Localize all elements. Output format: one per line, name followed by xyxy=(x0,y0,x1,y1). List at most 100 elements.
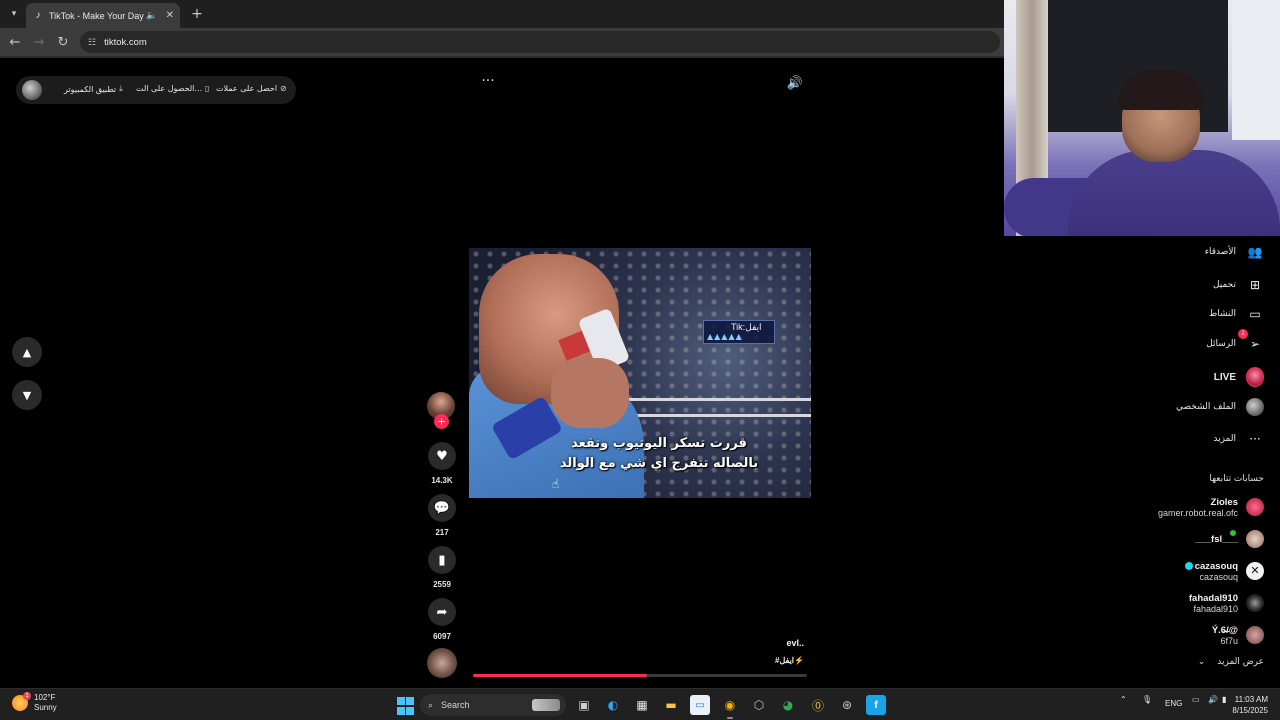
live-icon xyxy=(1246,367,1264,387)
sidebar-item-more[interactable]: ··· المزيد xyxy=(1213,429,1264,449)
sidebar-item-live[interactable]: LIVE xyxy=(1214,367,1264,387)
sidebar-item-label: المزيد xyxy=(1213,434,1236,444)
address-bar[interactable]: ☷ tiktok.com xyxy=(80,31,1000,53)
previous-video-button[interactable]: ▲ xyxy=(12,337,42,367)
network-icon[interactable]: ▭ xyxy=(1192,695,1200,704)
sidebar-item-label: تحميل xyxy=(1212,280,1236,290)
desktop-app-link[interactable]: تطبيق الكمبيوتر ⤓ xyxy=(64,84,123,94)
following-account[interactable]: fahadal910 fahadal910 xyxy=(1189,590,1264,616)
profile-icon xyxy=(1246,398,1264,416)
see-more-link[interactable]: عرض المزيد ⌄ xyxy=(1198,657,1264,667)
sidebar-item-friends[interactable]: 👥 الأصدقاء xyxy=(1205,242,1264,262)
weather-badge: 1 xyxy=(23,692,31,700)
taskbar-search[interactable]: ⌕ Search xyxy=(420,694,566,716)
save-count: 2559 xyxy=(433,580,451,589)
heart-icon: ♥ xyxy=(436,448,448,464)
message-badge: 1 xyxy=(1238,329,1248,339)
share-button[interactable]: ➦ xyxy=(428,598,456,626)
sidebar-item-profile[interactable]: الملف الشخصي xyxy=(1176,397,1264,417)
following-account[interactable]: cazasouq cazasouq ✕ xyxy=(1184,558,1264,584)
account-handle: cazasouq xyxy=(1194,560,1238,572)
desktop-app-label: تطبيق الكمبيوتر xyxy=(64,84,117,94)
speaker-icon[interactable]: 🔊 xyxy=(1208,695,1218,704)
coin-app-icon[interactable]: ⓪ xyxy=(808,695,828,715)
chrome-icon[interactable]: ◉ xyxy=(720,695,740,715)
tab-search-chevron-icon[interactable]: ▾ xyxy=(4,4,24,24)
browser-tab[interactable]: ♪ TikTok - Make Your Day 🔈 ✕ xyxy=(26,3,180,28)
edge-icon[interactable]: ◐ xyxy=(603,695,623,715)
music-disc-avatar[interactable] xyxy=(427,648,457,678)
system-clock[interactable]: 11:03 AM 8/15/2025 xyxy=(1232,694,1268,716)
volume-icon[interactable]: 🔊 xyxy=(786,76,804,94)
obs-icon[interactable]: ⊛ xyxy=(837,695,857,715)
activity-icon: ▭ xyxy=(1249,307,1261,321)
comment-button[interactable]: 💬 xyxy=(428,494,456,522)
account-avatar xyxy=(1246,626,1264,644)
battery-icon[interactable]: ▮ xyxy=(1222,695,1226,704)
sidebar-item-label: LIVE xyxy=(1213,371,1236,383)
comment-icon: 💬 xyxy=(433,500,451,516)
sidebar-item-label: الرسائل xyxy=(1206,339,1236,349)
tab-close-icon[interactable]: ✕ xyxy=(166,10,174,21)
sidebar-item-label: النشاط xyxy=(1208,309,1236,319)
account-name: gamer.robot.real.ofc xyxy=(1157,507,1238,518)
file-explorer-icon[interactable]: ▬ xyxy=(661,695,681,715)
promo-avatar[interactable] xyxy=(22,80,42,100)
video-player[interactable]: ▲▲▲▲▲ Tik:ايفل قررت تسكر اليوتيوب وتقعد … xyxy=(469,248,811,498)
caption-line-1: قررت تسكر اليوتيوب وتقعد xyxy=(571,436,747,451)
online-status-dot xyxy=(1229,529,1237,537)
webcam-overlay xyxy=(1004,0,1280,236)
facebook-icon[interactable]: f xyxy=(866,695,886,715)
account-handle: Ý.6̶/@ xyxy=(1211,624,1238,636)
reload-icon[interactable]: ↻ xyxy=(53,32,73,52)
following-account[interactable]: Ý.6̶/@ 6f7u xyxy=(1212,622,1264,648)
get-app-link[interactable]: الحصول على الت... ▯ xyxy=(136,84,209,93)
site-info-icon[interactable]: ☷ xyxy=(88,37,96,48)
like-button[interactable]: ♥ xyxy=(428,442,456,470)
video-progress-bar[interactable] xyxy=(473,674,807,677)
next-video-button[interactable]: ▼ xyxy=(12,380,42,410)
cube-app-icon[interactable]: ⬡ xyxy=(749,695,769,715)
tab-audio-icon[interactable]: 🔈 xyxy=(146,10,157,21)
toolbar-divider xyxy=(0,56,1004,58)
language-indicator[interactable]: ENG xyxy=(1165,699,1182,708)
forward-icon[interactable]: → xyxy=(29,32,49,52)
share-arrow-icon: ➦ xyxy=(436,604,448,620)
active-app-indicator xyxy=(727,717,733,719)
bookmark-icon: ▮ xyxy=(438,552,446,568)
tray-chevron-icon[interactable]: ⌃ xyxy=(1120,695,1127,704)
sidebar-item-activity[interactable]: ▭ النشاط xyxy=(1209,304,1264,324)
messages-icon: ➢ 1 xyxy=(1238,329,1264,353)
chrome-beta-icon[interactable]: ◕ xyxy=(778,695,798,715)
microphone-icon[interactable]: 🎙 xyxy=(1142,695,1152,704)
live-avatar xyxy=(1246,367,1264,387)
get-coins-label: احصل على عملات xyxy=(216,84,278,93)
back-icon[interactable]: ← xyxy=(5,32,25,52)
store-icon[interactable]: ▦ xyxy=(632,695,652,715)
more-icon: ··· xyxy=(1249,432,1261,446)
more-options-icon[interactable]: ··· xyxy=(480,74,496,92)
weather-condition: Sunny xyxy=(34,703,57,712)
like-count: 14.3K xyxy=(431,476,453,485)
video-username[interactable]: evl.. xyxy=(740,638,804,648)
save-button[interactable]: ▮ xyxy=(428,546,456,574)
url-text: tiktok.com xyxy=(104,36,147,48)
get-coins-link[interactable]: احصل على عملات ⊘ xyxy=(216,84,287,93)
windows-start-icon[interactable] xyxy=(395,696,415,716)
app-icon[interactable]: ▭ xyxy=(690,695,710,715)
following-account[interactable]: Zioles gamer.robot.real.ofc xyxy=(1158,494,1264,520)
webcam-person-hair xyxy=(1118,70,1204,110)
video-caption: قررت تسكر اليوتيوب وتقعد بالصاله تتفرج ا… xyxy=(529,434,789,474)
sidebar-item-upload[interactable]: ⊞ تحميل xyxy=(1213,275,1264,295)
new-tab-button[interactable]: + xyxy=(188,5,206,23)
tab-title: TikTok - Make Your Day xyxy=(49,10,144,21)
weather-widget[interactable]: 1 102°F Sunny xyxy=(12,692,57,713)
phone-icon: ▯ xyxy=(205,84,210,93)
mouse-cursor-icon: ☝ xyxy=(552,477,560,491)
account-name: fahadal910 xyxy=(1193,603,1238,614)
task-view-icon[interactable]: ▣ xyxy=(574,695,594,715)
video-hashtags[interactable]: #ايفل⚡ xyxy=(740,656,804,665)
follow-plus-icon[interactable]: + xyxy=(434,414,449,429)
get-app-label: الحصول على الت... xyxy=(136,84,203,93)
sidebar-item-messages[interactable]: ➢ 1 الرسائل xyxy=(1206,329,1264,354)
